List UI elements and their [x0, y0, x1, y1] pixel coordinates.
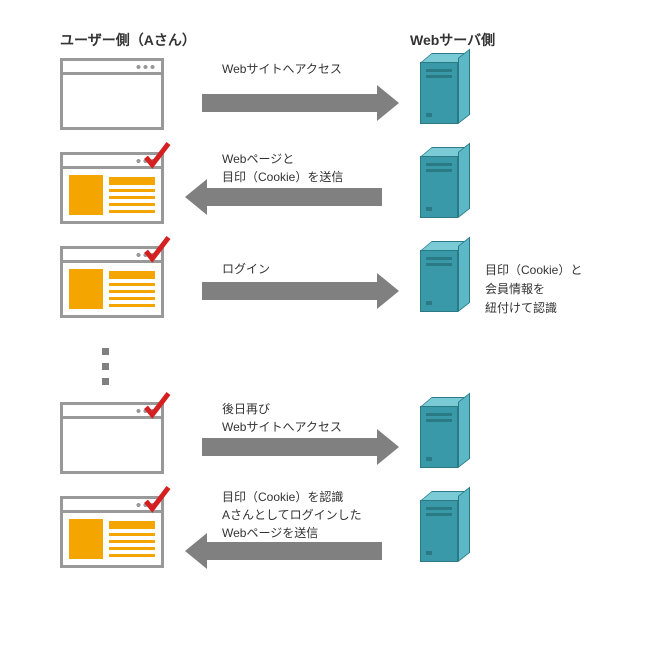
browser-icon — [60, 58, 164, 130]
step-2: Webページと 目印（Cookie）を送信 — [60, 152, 610, 234]
browser-icon — [60, 246, 164, 318]
header-server: Webサーバ側 — [410, 30, 495, 50]
step-label: 後日再び Webサイトへアクセス — [222, 400, 452, 436]
arrow-right-icon — [202, 438, 382, 456]
diagram: ユーザー側（Aさん） Webサーバ側 Webサイトへアクセス Webページと 目… — [0, 0, 650, 650]
arrow-left-icon — [202, 188, 382, 206]
step-label: Webサイトへアクセス — [222, 60, 452, 78]
arrow-left-icon — [202, 542, 382, 560]
check-icon — [141, 141, 171, 171]
step-label: 目印（Cookie）を認識 Aさんとしてログインした Webページを送信 — [222, 488, 452, 542]
step-5: 目印（Cookie）を認識 Aさんとしてログインした Webページを送信 — [60, 496, 610, 578]
server-icon — [420, 496, 474, 566]
browser-icon — [60, 496, 164, 568]
server-icon — [420, 246, 474, 316]
check-icon — [141, 235, 171, 265]
arrow-right-icon — [202, 282, 382, 300]
step-label: Webページと 目印（Cookie）を送信 — [222, 150, 452, 186]
step-3: ログイン 目印（Cookie）と 会員情報を 紐付けて認識 — [60, 246, 610, 328]
arrow-right-icon — [202, 94, 382, 112]
server-icon — [420, 152, 474, 222]
header-user: ユーザー側（Aさん） — [60, 30, 196, 50]
ellipsis-icon — [102, 340, 112, 393]
browser-icon — [60, 152, 164, 224]
browser-icon — [60, 402, 164, 474]
step-side-note: 目印（Cookie）と 会員情報を 紐付けて認識 — [485, 261, 582, 319]
check-icon — [141, 391, 171, 421]
check-icon — [141, 485, 171, 515]
server-icon — [420, 402, 474, 472]
step-label: ログイン — [222, 260, 452, 278]
step-1: Webサイトへアクセス — [60, 58, 610, 140]
step-4: 後日再び Webサイトへアクセス — [60, 402, 610, 484]
server-icon — [420, 58, 474, 128]
